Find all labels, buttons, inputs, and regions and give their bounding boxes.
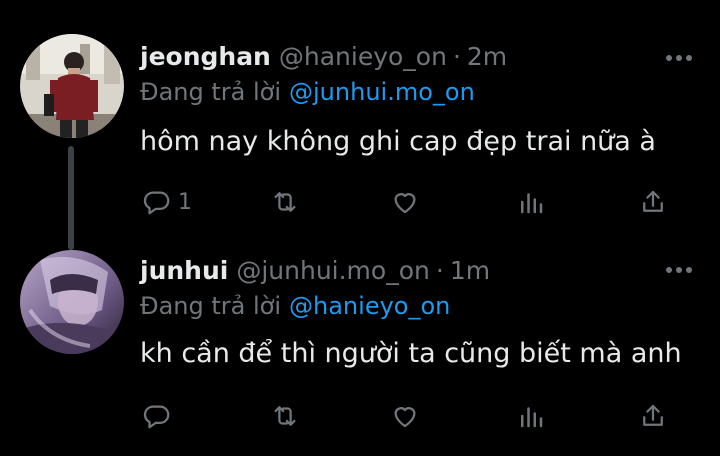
tweet-header: junhui @junhui.mo_on · 1m <box>140 256 640 290</box>
replying-to-label: Đang trả lời <box>140 292 282 320</box>
tweet-header: jeonghan @hanieyo_on · 2m <box>140 42 640 76</box>
reply-button[interactable]: 1 <box>142 182 192 222</box>
display-name[interactable]: junhui <box>140 256 228 285</box>
avatar-photo <box>20 34 124 138</box>
separator-dot: · <box>435 256 444 285</box>
avatar[interactable] <box>20 34 124 138</box>
username-handle[interactable]: @hanieyo_on <box>279 42 447 71</box>
reply-count: 1 <box>178 189 192 215</box>
heart-icon <box>394 407 416 428</box>
username-handle[interactable]: @junhui.mo_on <box>236 256 430 285</box>
more-icon[interactable] <box>666 48 692 68</box>
tweet-text: hôm nay không ghi cap đẹp trai nữa à <box>140 126 656 157</box>
analytics-icon <box>521 407 543 428</box>
more-icon[interactable] <box>666 260 692 280</box>
tweet-actions: 1 <box>0 182 720 222</box>
timestamp[interactable]: 2m <box>467 42 507 71</box>
share-button[interactable] <box>638 396 668 436</box>
reply-mention-link[interactable]: @junhui.mo_on <box>289 78 475 106</box>
tweet[interactable]: jeonghan @hanieyo_on · 2m Đang trả lời @j… <box>0 0 720 250</box>
replying-to-label: Đang trả lời <box>140 78 282 106</box>
reply-icon <box>143 191 170 215</box>
tweet[interactable]: junhui @junhui.mo_on · 1m Đang trả lời @h… <box>0 240 720 456</box>
share-icon <box>643 190 663 212</box>
reply-mention-link[interactable]: @hanieyo_on <box>289 292 450 320</box>
views-button[interactable] <box>516 396 546 436</box>
tweet-text: kh cần để thì người ta cũng biết mà anh <box>140 338 682 369</box>
analytics-icon <box>521 193 543 214</box>
separator-dot: · <box>452 42 461 71</box>
views-button[interactable] <box>516 182 546 222</box>
share-button[interactable] <box>638 182 668 222</box>
display-name[interactable]: jeonghan <box>140 42 271 71</box>
reply-button[interactable] <box>142 396 172 436</box>
retweet-icon <box>274 406 296 426</box>
like-button[interactable] <box>390 396 420 436</box>
reply-icon <box>143 405 170 429</box>
retweet-icon <box>274 192 296 212</box>
replying-to: Đang trả lời @junhui.mo_on <box>140 78 475 110</box>
like-button[interactable] <box>390 182 420 222</box>
retweet-button[interactable] <box>270 396 300 436</box>
avatar[interactable] <box>20 250 124 354</box>
retweet-button[interactable] <box>270 182 300 222</box>
tweet-actions <box>0 396 720 436</box>
heart-icon <box>394 193 416 214</box>
timestamp[interactable]: 1m <box>450 256 490 285</box>
replying-to: Đang trả lời @hanieyo_on <box>140 292 450 324</box>
avatar-photo <box>20 250 124 354</box>
share-icon <box>643 404 663 426</box>
